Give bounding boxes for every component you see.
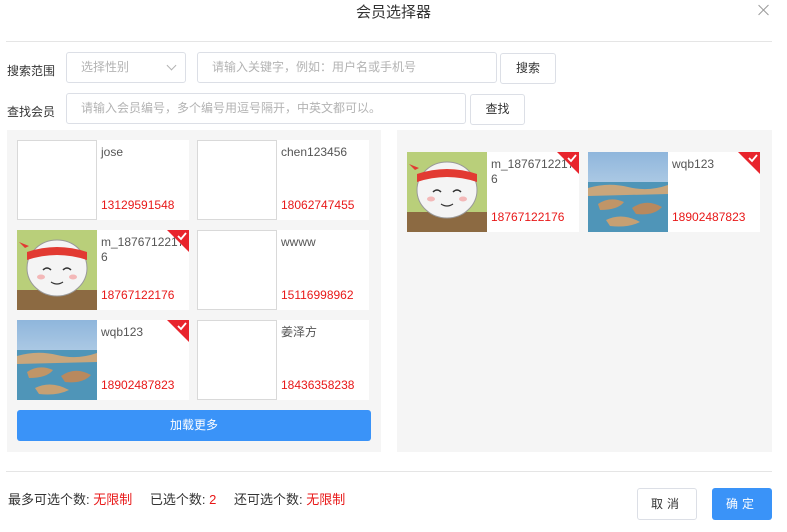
member-card[interactable]: m_18767122176 18767122176 (17, 230, 189, 310)
avatar (407, 152, 487, 232)
selection-stats: 最多可选个数: 无限制 已选个数: 2 还可选个数: 无限制 (8, 489, 359, 508)
footer-divider (6, 471, 772, 472)
find-button[interactable]: 查找 (470, 94, 525, 125)
member-name: chen123456 (281, 145, 348, 159)
avatar-placeholder (197, 230, 277, 310)
avatar (588, 152, 668, 232)
max-label: 最多可选个数: (8, 492, 90, 507)
member-card[interactable]: chen123456 18062747455 (197, 140, 369, 220)
search-range-label: 搜索范围 (7, 64, 56, 78)
selected-count: 2 (209, 492, 217, 507)
remaining-label: 还可选个数: (234, 492, 303, 507)
gender-select[interactable]: 选择性别 (66, 52, 186, 83)
load-more-button[interactable]: 加载更多 (17, 410, 371, 441)
member-phone: 18767122176 (491, 210, 565, 224)
selected-check-icon (738, 152, 760, 174)
selected-check-icon (167, 320, 189, 342)
dialog-title: 会员选择器 (355, 4, 431, 21)
max-value: 无限制 (93, 492, 133, 507)
member-card[interactable]: m_18767122176 18767122176 (407, 152, 579, 232)
chevron-down-icon (166, 60, 177, 71)
search-button[interactable]: 搜索 (500, 53, 556, 84)
confirm-button[interactable]: 确定 (712, 488, 772, 520)
member-name: wwww (281, 235, 316, 249)
header-divider (6, 41, 772, 42)
avatar (17, 230, 97, 310)
member-name: jose (101, 145, 124, 159)
member-phone: 18767122176 (101, 288, 175, 302)
member-phone: 18062747455 (281, 198, 355, 212)
member-card[interactable]: wqb123 18902487823 (588, 152, 760, 232)
member-name: 姜泽方 (281, 325, 318, 339)
gender-select-value: 选择性别 (81, 60, 130, 74)
member-card[interactable]: wwww 15116998962 (197, 230, 369, 310)
member-card[interactable]: wqb123 18902487823 (17, 320, 189, 400)
avatar-placeholder (197, 140, 277, 220)
avatar-placeholder (17, 140, 97, 220)
close-icon[interactable] (757, 3, 771, 17)
member-phone: 18902487823 (672, 210, 746, 224)
selected-check-icon (557, 152, 579, 174)
keyword-input[interactable]: 请输入关键字，例如：用户名或手机号 (197, 52, 497, 83)
member-card[interactable]: 姜泽方 18436358238 (197, 320, 369, 400)
selected-check-icon (167, 230, 189, 252)
member-ids-input[interactable]: 请输入会员编号，多个编号用逗号隔开，中英文都可以。 (66, 93, 466, 124)
member-phone: 18902487823 (101, 378, 175, 392)
remaining-value: 无限制 (306, 492, 346, 507)
avatar (17, 320, 97, 400)
selected-label: 已选个数: (149, 492, 206, 507)
member-phone: 13129591548 (101, 198, 175, 212)
cancel-button[interactable]: 取消 (637, 488, 697, 520)
find-member-label: 查找会员 (7, 105, 56, 119)
avatar-placeholder (197, 320, 277, 400)
member-phone: 15116998962 (281, 288, 354, 302)
member-card[interactable]: jose 13129591548 (17, 140, 189, 220)
member-phone: 18436358238 (281, 378, 355, 392)
